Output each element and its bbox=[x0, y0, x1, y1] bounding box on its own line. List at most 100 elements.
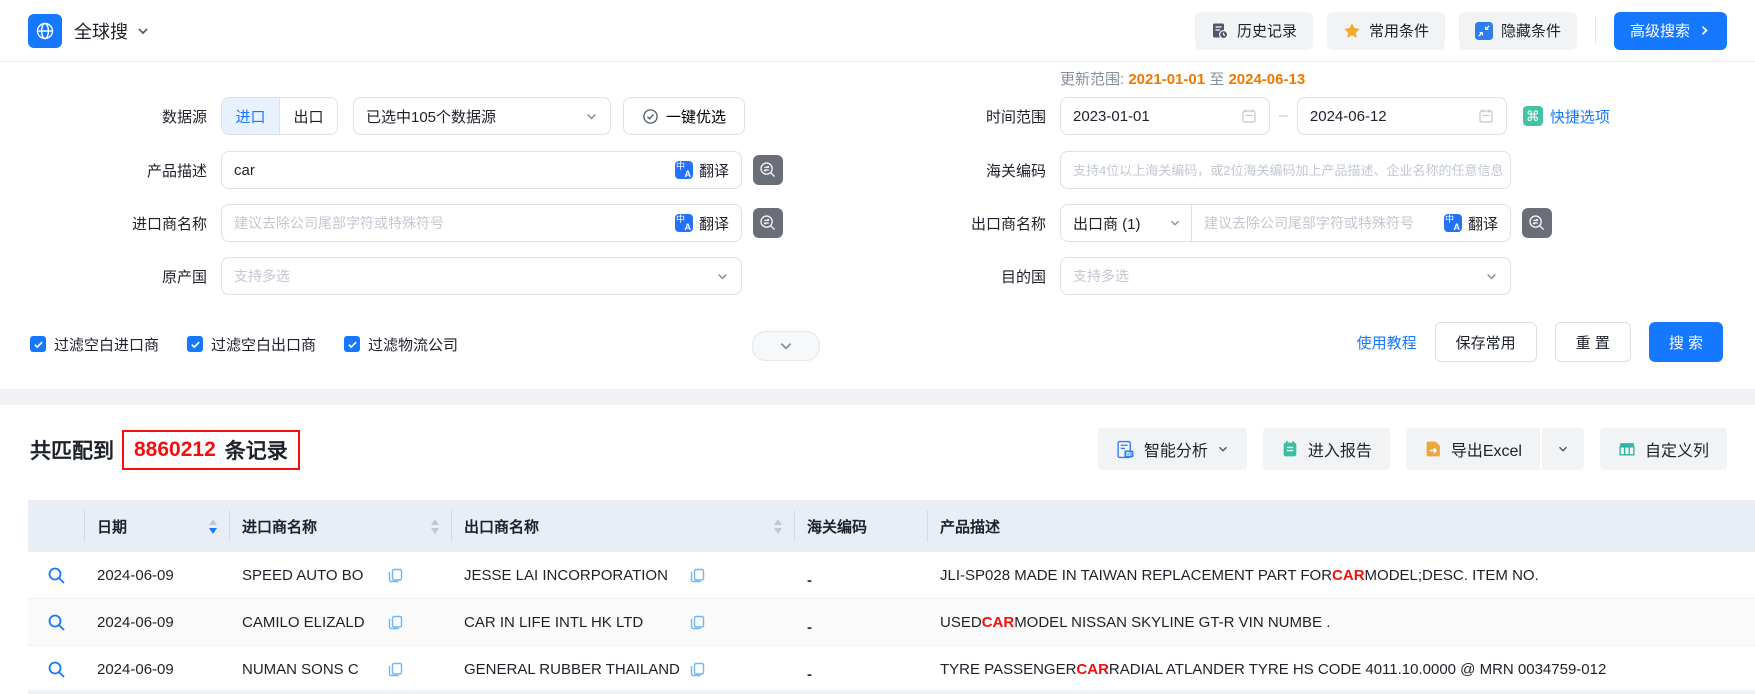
cell-product-desc: USED CAR MODEL NISSAN SKYLINE GT-R VIN N… bbox=[928, 599, 1755, 645]
fuzzy-match-icon[interactable] bbox=[753, 208, 783, 238]
chevron-down-icon bbox=[1217, 443, 1229, 455]
product-desc-input[interactable] bbox=[222, 162, 663, 179]
export-excel-group: 导出Excel bbox=[1406, 428, 1584, 470]
copy-icon[interactable] bbox=[690, 568, 705, 583]
cell-importer: SPEED AUTO BO bbox=[230, 552, 452, 598]
one-click-optimize-button[interactable]: 一键优选 bbox=[623, 97, 745, 135]
collapse-form-button[interactable] bbox=[752, 331, 820, 361]
product-desc-label: 产品描述 bbox=[30, 160, 207, 181]
chevron-down-icon bbox=[716, 270, 729, 283]
export-excel-button[interactable]: 导出Excel bbox=[1406, 428, 1540, 470]
table-row: 2024-06-09 SPEED AUTO BO JESSE LAI INCOR… bbox=[28, 552, 1755, 599]
chevron-down-icon bbox=[136, 24, 150, 38]
origin-country-select[interactable]: 支持多选 bbox=[221, 257, 742, 295]
exporter-field: 出口商 (1) 中 A 翻译 bbox=[1060, 204, 1511, 242]
sort-control[interactable] bbox=[760, 519, 782, 534]
time-range-label: 时间范围 bbox=[880, 106, 1046, 127]
cell-hs-code: - bbox=[795, 552, 928, 598]
importer-field: 中 A 翻译 bbox=[221, 204, 742, 242]
tab-export[interactable]: 出口 bbox=[279, 98, 337, 134]
translate-button[interactable]: 中 A 翻译 bbox=[663, 160, 741, 181]
chevron-right-icon bbox=[1698, 24, 1711, 37]
topbar-divider bbox=[1595, 18, 1596, 44]
keyword-highlight: CAR bbox=[982, 614, 1015, 631]
chevron-down-icon bbox=[1485, 270, 1498, 283]
calendar-icon bbox=[1241, 108, 1257, 124]
keyword-highlight: CAR bbox=[1076, 661, 1109, 678]
table-row: 2024-06-09 CAMILO ELIZALD CAR IN LIFE IN… bbox=[28, 599, 1755, 646]
copy-icon[interactable] bbox=[388, 662, 403, 677]
advanced-search-button[interactable]: 高级搜索 bbox=[1614, 12, 1727, 50]
report-icon bbox=[1281, 440, 1299, 458]
result-count-heading: 共匹配到 8860212 条记录 bbox=[30, 427, 300, 473]
header-exporter[interactable]: 出口商名称 bbox=[452, 510, 795, 542]
fuzzy-match-icon[interactable] bbox=[753, 155, 783, 185]
sort-control[interactable] bbox=[195, 519, 217, 534]
row-product-desc: 产品描述 中 A 翻译 bbox=[30, 150, 783, 190]
copy-icon[interactable] bbox=[690, 615, 705, 630]
tab-import[interactable]: 进口 bbox=[222, 98, 279, 134]
exporter-label: 出口商名称 bbox=[880, 213, 1046, 234]
history-icon bbox=[1211, 22, 1229, 40]
app-switcher-chevron[interactable] bbox=[136, 24, 150, 38]
hs-code-input[interactable] bbox=[1061, 162, 1510, 179]
bi-analysis-icon: BI bbox=[1116, 440, 1135, 459]
importer-input[interactable] bbox=[222, 215, 663, 232]
checkbox-filter-logistics[interactable]: 过滤物流公司 bbox=[344, 334, 458, 355]
checkbox-filter-blank-importer[interactable]: 过滤空白进口商 bbox=[30, 334, 159, 355]
form-action-buttons: 使用教程 保存常用 重 置 搜 索 bbox=[1357, 322, 1723, 362]
star-icon bbox=[1343, 22, 1361, 40]
enter-report-button[interactable]: 进入报告 bbox=[1263, 428, 1390, 470]
cell-date: 2024-06-09 bbox=[85, 646, 230, 692]
translate-button[interactable]: 中 A 翻译 bbox=[1432, 213, 1510, 234]
date-separator: – bbox=[1279, 107, 1288, 125]
save-common-button[interactable]: 保存常用 bbox=[1435, 322, 1537, 362]
search-detail-icon[interactable] bbox=[47, 660, 66, 679]
favorites-button[interactable]: 常用条件 bbox=[1327, 12, 1445, 50]
result-action-buttons: BI 智能分析 进入报告 导出Excel bbox=[1098, 427, 1727, 471]
exporter-input[interactable] bbox=[1192, 215, 1432, 232]
dest-country-select[interactable]: 支持多选 bbox=[1060, 257, 1511, 295]
header-date[interactable]: 日期 bbox=[85, 510, 230, 542]
start-date-input[interactable]: 2023-01-01 bbox=[1060, 97, 1270, 135]
hide-conditions-button[interactable]: 隐藏条件 bbox=[1459, 12, 1577, 50]
search-detail-icon[interactable] bbox=[47, 613, 66, 632]
translate-icon: 中 A bbox=[675, 214, 693, 232]
topbar-actions: 历史记录 常用条件 隐藏条件 高级搜索 bbox=[1195, 12, 1727, 50]
search-detail-icon[interactable] bbox=[47, 566, 66, 585]
copy-icon[interactable] bbox=[388, 615, 403, 630]
cell-product-desc: TYRE PASSENGER CAR RADIAL ATLANDER TYRE … bbox=[928, 646, 1755, 692]
custom-columns-button[interactable]: 自定义列 bbox=[1600, 428, 1727, 470]
translate-icon: 中 A bbox=[1444, 214, 1462, 232]
row-time-range: 时间范围 2023-01-01 – 2024-06-12 ⌘ 快捷选项 bbox=[880, 96, 1610, 136]
copy-icon[interactable] bbox=[388, 568, 403, 583]
sort-control[interactable] bbox=[417, 519, 439, 534]
row-data-source: 数据源 进口 出口 已选中105个数据源 一键优选 bbox=[30, 96, 745, 136]
cell-product-desc: JLI-SP028 MADE IN TAIWAN REPLACEMENT PAR… bbox=[928, 552, 1755, 598]
fuzzy-match-icon[interactable] bbox=[1522, 208, 1552, 238]
header-product-desc: 产品描述 bbox=[928, 510, 1755, 542]
hs-code-field bbox=[1060, 151, 1511, 189]
quick-options-link[interactable]: ⌘ 快捷选项 bbox=[1523, 106, 1610, 127]
cell-date: 2024-06-09 bbox=[85, 599, 230, 645]
copy-icon[interactable] bbox=[690, 662, 705, 677]
history-button[interactable]: 历史记录 bbox=[1195, 12, 1313, 50]
data-source-label: 数据源 bbox=[30, 106, 207, 127]
header-importer[interactable]: 进口商名称 bbox=[230, 510, 452, 542]
search-button[interactable]: 搜 索 bbox=[1649, 322, 1723, 362]
end-date-input[interactable]: 2024-06-12 bbox=[1297, 97, 1507, 135]
datasource-select[interactable]: 已选中105个数据源 bbox=[353, 97, 611, 135]
update-start-date: 2021-01-01 bbox=[1128, 71, 1205, 88]
row-hs-code: 海关编码 bbox=[880, 150, 1511, 190]
row-importer: 进口商名称 中 A 翻译 bbox=[30, 203, 783, 243]
tutorial-link[interactable]: 使用教程 bbox=[1357, 332, 1417, 353]
checkbox-filter-blank-exporter[interactable]: 过滤空白出口商 bbox=[187, 334, 316, 355]
smart-analysis-button[interactable]: BI 智能分析 bbox=[1098, 428, 1247, 470]
translate-icon: 中 A bbox=[675, 161, 693, 179]
export-options-caret[interactable] bbox=[1542, 428, 1584, 470]
reset-button[interactable]: 重 置 bbox=[1555, 322, 1631, 362]
svg-text:BI: BI bbox=[1126, 451, 1132, 457]
trade-search-page: 全球搜 历史记录 常用条件 bbox=[0, 0, 1755, 694]
translate-button[interactable]: 中 A 翻译 bbox=[663, 213, 741, 234]
exporter-type-select[interactable]: 出口商 (1) bbox=[1061, 213, 1191, 234]
